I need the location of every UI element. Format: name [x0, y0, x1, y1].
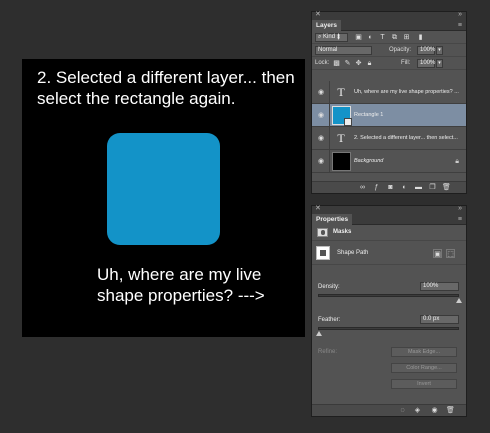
divider: [329, 127, 330, 150]
density-label: Density:: [318, 284, 340, 290]
eye-icon[interactable]: ◉: [316, 88, 326, 97]
rectangle-shape[interactable]: [107, 133, 220, 245]
fill-field[interactable]: 100%: [417, 59, 435, 68]
lock-transparent-icon[interactable]: ▩: [332, 59, 341, 68]
layer-row[interactable]: ◉ T Uh, where are my live shape properti…: [312, 81, 466, 104]
layer-name: Rectangle 1: [354, 112, 384, 118]
smart-object-filter-icon[interactable]: ⊞: [402, 33, 411, 42]
shape-path-label: Shape Path: [337, 250, 369, 256]
eye-icon[interactable]: ◉: [316, 111, 326, 120]
tab-properties[interactable]: Properties: [312, 214, 353, 225]
eye-icon[interactable]: ◉: [316, 157, 326, 166]
canvas-caption-bottom: Uh, where are my live shape properties? …: [97, 265, 265, 305]
lock-all-icon[interactable]: 🔒︎: [365, 59, 374, 68]
layer-name: Background: [354, 158, 384, 164]
eye-icon[interactable]: ◉: [430, 406, 439, 415]
invert-button[interactable]: Invert: [391, 379, 457, 389]
panel-topbar: ✕ »: [312, 205, 466, 214]
properties-footer: ◌ ◈ ◉ 🗑︎: [312, 404, 466, 416]
pixel-filter-icon[interactable]: ▣: [354, 33, 363, 42]
density-field[interactable]: 100%: [420, 282, 459, 291]
lock-position-icon[interactable]: ✥: [354, 59, 363, 68]
layer-row[interactable]: ◉ Background 🔒︎: [312, 150, 466, 173]
layers-panel: ✕ » Layers ≡ ⌕ Kind ⬍ ▣ ◐ T ⧉ ⊞ ▮ Normal…: [311, 11, 467, 194]
shape-filter-icon[interactable]: ⧉: [390, 33, 399, 42]
blend-opacity-row: Normal Opacity: 100% ▾: [312, 44, 466, 57]
adjustment-layer-icon[interactable]: ◐: [400, 183, 409, 192]
mask-icon: [317, 228, 328, 237]
divider: [329, 150, 330, 173]
fx-icon[interactable]: ƒ: [372, 183, 381, 192]
density-slider-thumb[interactable]: [456, 298, 462, 303]
apply-mask-icon[interactable]: ◈: [413, 406, 422, 415]
layer-filter-row: ⌕ Kind ⬍ ▣ ◐ T ⧉ ⊞ ▮: [312, 31, 466, 44]
feather-label: Feather:: [318, 317, 341, 323]
close-icon[interactable]: ✕: [315, 205, 321, 213]
add-mask-icon[interactable]: ◙: [386, 183, 395, 192]
divider: [329, 104, 330, 127]
masks-header: Masks: [312, 225, 466, 241]
add-pixel-mask-icon[interactable]: ▣: [433, 249, 442, 258]
layers-footer: ∞ ƒ ◙ ◐ ▬ ❐ 🗑︎: [312, 181, 466, 193]
mask-edge-button[interactable]: Mask Edge...: [391, 347, 457, 357]
new-layer-icon[interactable]: ❐: [428, 183, 437, 192]
feather-slider[interactable]: [316, 327, 459, 336]
panel-menu-icon[interactable]: ≡: [458, 215, 462, 224]
properties-panel: ✕ » Properties ≡ Masks Shape Path ▣ ⬚ De…: [311, 205, 467, 417]
filter-toggle-icon[interactable]: ▮: [416, 33, 425, 42]
eye-icon[interactable]: ◉: [316, 134, 326, 143]
fill-label: Fill:: [401, 60, 411, 66]
blend-mode-select[interactable]: Normal: [315, 46, 372, 55]
type-layer-thumbnail: T: [337, 131, 345, 145]
new-group-icon[interactable]: ▬: [414, 183, 423, 192]
panel-tabbar: Layers ≡: [312, 20, 466, 31]
lock-icon: 🔒︎: [455, 158, 459, 165]
layer-row[interactable]: ◉ T 2. Selected a different layer... the…: [312, 127, 466, 150]
shape-path-row[interactable]: Shape Path ▣ ⬚: [312, 241, 466, 265]
document-canvas[interactable]: 2. Selected a different layer... then se…: [22, 59, 305, 337]
adjustment-filter-icon[interactable]: ◐: [366, 33, 375, 42]
color-range-button[interactable]: Color Range...: [391, 363, 457, 373]
tab-layers[interactable]: Layers: [312, 20, 341, 31]
load-selection-icon[interactable]: ◌: [398, 406, 407, 415]
trash-icon[interactable]: 🗑︎: [442, 183, 451, 192]
lock-label: Lock:: [315, 60, 330, 66]
panel-topbar: ✕ »: [312, 11, 466, 20]
layer-row-selected[interactable]: ◉ Rectangle 1: [312, 104, 466, 127]
shape-layer-thumbnail[interactable]: [332, 106, 352, 126]
opacity-dropdown-button[interactable]: ▾: [436, 46, 443, 55]
filter-kind-select[interactable]: ⌕ Kind ⬍: [315, 33, 348, 42]
fill-dropdown-button[interactable]: ▾: [436, 59, 443, 68]
canvas-caption-top: 2. Selected a different layer... then se…: [37, 68, 295, 108]
collapse-icon[interactable]: »: [458, 205, 462, 213]
refine-label: Refine:: [318, 349, 338, 355]
divider: [329, 81, 330, 104]
masks-label: Masks: [333, 229, 352, 235]
close-icon[interactable]: ✕: [315, 11, 321, 19]
shape-path-thumbnail: [316, 246, 330, 260]
opacity-label: Opacity:: [389, 47, 412, 53]
type-layer-thumbnail: T: [337, 85, 345, 99]
lock-fill-row: Lock: ▩ ✎ ✥ 🔒︎ Fill: 100% ▾: [312, 57, 466, 70]
feather-field[interactable]: 0.0 px: [420, 315, 459, 324]
layer-name: Uh, where are my live shape properties? …: [354, 89, 459, 95]
type-filter-icon[interactable]: T: [378, 33, 387, 42]
background-layer-thumbnail: [332, 152, 351, 171]
add-vector-mask-icon[interactable]: ⬚: [446, 249, 455, 258]
opacity-field[interactable]: 100%: [417, 46, 435, 55]
lock-image-icon[interactable]: ✎: [343, 59, 352, 68]
trash-icon[interactable]: 🗑︎: [446, 406, 455, 415]
layer-name: 2. Selected a different layer... then se…: [354, 135, 458, 141]
shape-badge-icon: [344, 118, 352, 126]
panel-tabbar: Properties ≡: [312, 214, 466, 225]
feather-slider-thumb[interactable]: [316, 331, 322, 336]
panel-menu-icon[interactable]: ≡: [458, 21, 462, 30]
link-layers-icon[interactable]: ∞: [358, 183, 367, 192]
collapse-icon[interactable]: »: [458, 11, 462, 19]
density-slider[interactable]: [318, 294, 462, 303]
